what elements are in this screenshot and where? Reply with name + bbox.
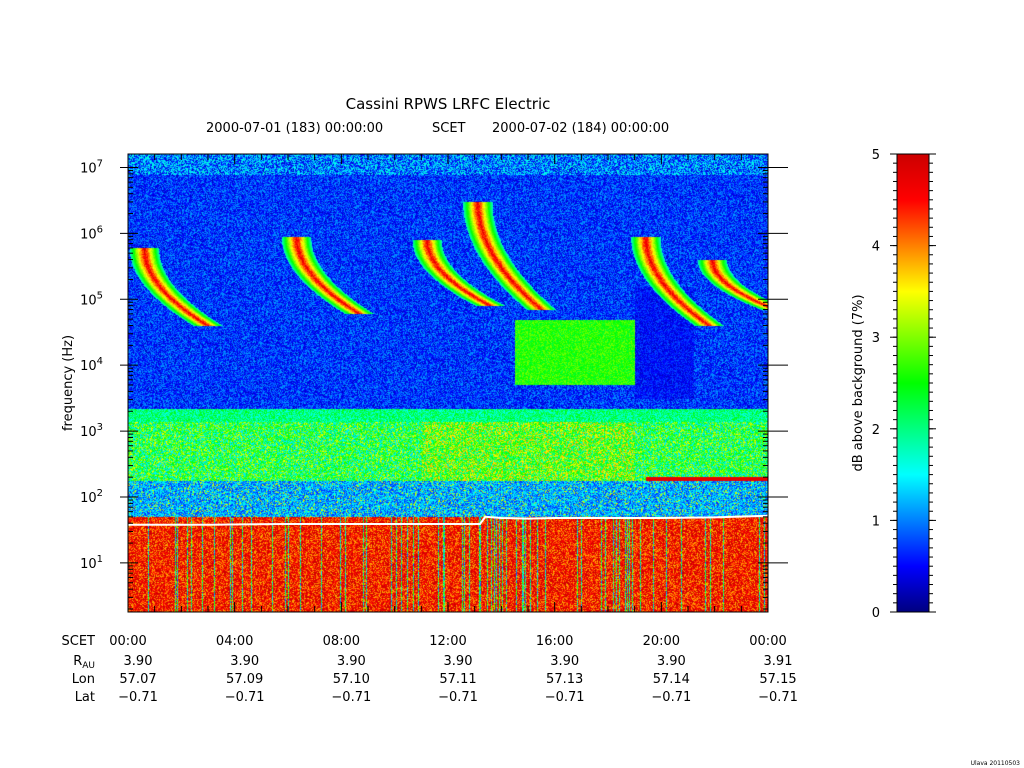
- ephemeris-value: 57.09: [226, 672, 263, 687]
- ephemeris-value: 3.90: [124, 654, 153, 669]
- ytick-label-4: 105: [80, 290, 103, 308]
- colorbar: [896, 153, 930, 613]
- ephemeris-value: 00:00: [109, 634, 146, 649]
- ephemeris-value: 04:00: [216, 634, 253, 649]
- colorbar-tick-label-0: 0: [872, 606, 880, 621]
- ytick-label-2: 103: [80, 422, 103, 440]
- ephemeris-value: 00:00: [749, 634, 786, 649]
- colorbar-tick-label-1: 1: [872, 514, 880, 529]
- ephemeris-value: 57.13: [546, 672, 583, 687]
- ephemeris-value: −0.71: [758, 690, 798, 705]
- ytick-label-5: 106: [80, 224, 103, 242]
- ephemeris-value: 57.14: [653, 672, 690, 687]
- ephemeris-value: 57.15: [759, 672, 796, 687]
- ephemeris-value: −0.71: [118, 690, 158, 705]
- spectrogram-chart: 101102103104105106107frequency (Hz)SCET 0…: [61, 148, 936, 705]
- ytick-label-0: 101: [80, 554, 103, 572]
- ephemeris-label-scet: SCET: [62, 634, 96, 649]
- ytick-label-3: 104: [80, 356, 103, 374]
- ytick-label-1: 102: [80, 488, 103, 506]
- ytick-label-6: 107: [80, 158, 103, 176]
- ephemeris-value: 3.90: [550, 654, 579, 669]
- ephemeris-value: 57.10: [333, 672, 370, 687]
- ephemeris-label-r: RAU: [73, 654, 95, 671]
- ephemeris-value: 3.90: [337, 654, 366, 669]
- ephemeris-value: 3.91: [764, 654, 793, 669]
- y-axis-label: frequency (Hz): [61, 335, 76, 431]
- ephemeris-value: 08:00: [323, 634, 360, 649]
- colorbar-tick-label-3: 3: [872, 331, 880, 346]
- footer-credit: Ulava 20110503: [970, 760, 1020, 767]
- ephemeris-value: 12:00: [429, 634, 466, 649]
- ephemeris-label-lat: Lat: [75, 690, 95, 705]
- ephemeris-label-lon: Lon: [72, 672, 95, 687]
- spectrogram-page: Cassini RPWS LRFC Electric 2000-07-01 (1…: [0, 0, 1024, 768]
- colorbar-tick-label-4: 4: [872, 240, 880, 255]
- ephemeris-value: 57.11: [439, 672, 476, 687]
- ephemeris-value: −0.71: [438, 690, 478, 705]
- ephemeris-value: 3.90: [230, 654, 259, 669]
- colorbar-label: dB above background (7%): [851, 294, 866, 471]
- ephemeris-value: −0.71: [545, 690, 585, 705]
- spectrogram-heatmap: [128, 154, 768, 612]
- ephemeris-value: 16:00: [536, 634, 573, 649]
- ephemeris-value: −0.71: [225, 690, 265, 705]
- ephemeris-value: −0.71: [331, 690, 371, 705]
- colorbar-tick-label-2: 2: [872, 423, 880, 438]
- colorbar-tick-label-5: 5: [872, 148, 880, 163]
- ephemeris-value: 3.90: [657, 654, 686, 669]
- ephemeris-value: −0.71: [651, 690, 691, 705]
- ephemeris-value: 3.90: [444, 654, 473, 669]
- ephemeris-value: 20:00: [643, 634, 680, 649]
- ephemeris-value: 57.07: [119, 672, 156, 687]
